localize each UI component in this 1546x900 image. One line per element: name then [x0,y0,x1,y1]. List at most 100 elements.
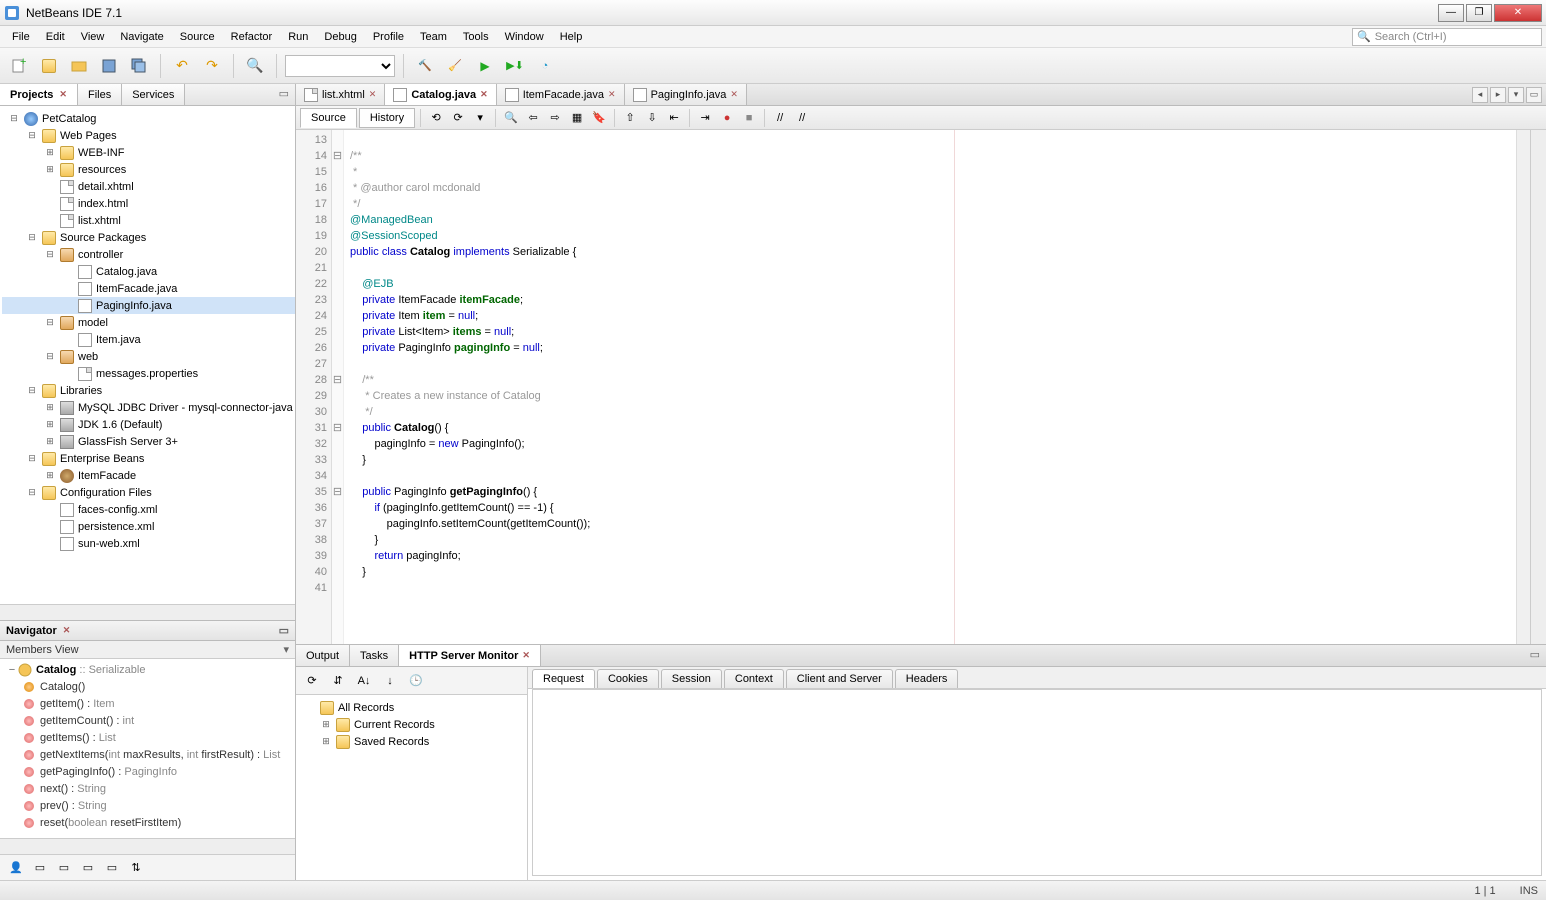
tree-node[interactable]: ⊟ Libraries [2,382,295,399]
tree-node[interactable]: Catalog.java [2,263,295,280]
save-all-button[interactable] [126,53,152,79]
macro-stop-button[interactable]: ■ [739,108,759,128]
run-button[interactable]: ▶ [472,53,498,79]
project-tree[interactable]: ⊟ PetCatalog⊟ Web Pages⊞ WEB-INF⊞ resour… [0,106,295,604]
toggle-bookmark-button[interactable]: 🔖 [589,108,609,128]
close-icon[interactable]: ✕ [480,89,488,100]
menu-edit[interactable]: Edit [38,28,73,46]
editor-tab[interactable]: list.xhtml✕ [296,84,385,105]
navigator-item[interactable]: getItems() : List [0,729,295,746]
tree-node[interactable]: faces-config.xml [2,501,295,518]
show-inherited-button[interactable]: 👤 [6,858,26,878]
macro-start-button[interactable]: ● [717,108,737,128]
tab-projects[interactable]: Projects✕ [0,84,78,105]
filter-button-4[interactable]: ▭ [102,858,122,878]
tree-node[interactable]: ⊟ Source Packages [2,229,295,246]
monitor-tab-headers[interactable]: Headers [895,669,959,688]
find-next-button[interactable]: ⇨ [545,108,565,128]
dropdown-button[interactable]: ▾ [470,108,490,128]
expand-icon[interactable]: ⊞ [44,402,56,413]
comment-button[interactable]: // [770,108,790,128]
open-project-button[interactable] [66,53,92,79]
monitor-records-tree[interactable]: All Records⊞Current Records⊞Saved Record… [296,695,527,880]
tree-node[interactable]: persistence.xml [2,518,295,535]
tree-node[interactable]: ⊟ controller [2,246,295,263]
history-toggle[interactable]: History [359,108,415,128]
menu-team[interactable]: Team [412,28,455,46]
expand-icon[interactable]: ⊞ [44,470,56,481]
filter-button-3[interactable]: ▭ [78,858,98,878]
menu-navigate[interactable]: Navigate [112,28,171,46]
tree-node[interactable]: ⊟ PetCatalog [2,110,295,127]
navigator-item[interactable]: getItem() : Item [0,695,295,712]
tree-node[interactable]: PagingInfo.java [2,297,295,314]
editor-tab[interactable]: PagingInfo.java✕ [625,84,747,105]
menu-run[interactable]: Run [280,28,316,46]
filter-button-2[interactable]: ▭ [54,858,74,878]
minimize-panel-button[interactable]: ▭ [1524,645,1546,666]
tree-node[interactable]: ⊟ Web Pages [2,127,295,144]
close-icon[interactable]: ✕ [522,650,530,661]
profile-button[interactable]: ◔ [532,53,558,79]
navigator-item[interactable]: next() : String [0,780,295,797]
source-toggle[interactable]: Source [300,108,357,128]
close-icon[interactable]: ✕ [608,89,616,100]
monitor-tree-node[interactable]: All Records [300,699,523,716]
close-icon[interactable]: ✕ [730,89,738,100]
expand-icon[interactable]: ⊟ [26,453,38,464]
tree-node[interactable]: sun-web.xml [2,535,295,552]
minimize-panel-button[interactable]: ▭ [279,624,289,637]
editor-tab[interactable]: ItemFacade.java✕ [497,84,625,105]
back-button[interactable]: ⟲ [426,108,446,128]
close-icon[interactable]: ✕ [369,89,377,100]
menu-refactor[interactable]: Refactor [223,28,281,46]
expand-icon[interactable]: ⊟ [8,113,20,124]
menu-source[interactable]: Source [172,28,223,46]
tab-services[interactable]: Services [122,84,185,105]
expand-icon[interactable]: ⊟ [26,232,38,243]
close-icon[interactable]: ✕ [59,89,67,100]
navigator-root[interactable]: − Catalog :: Serializable [0,661,295,678]
code-editor[interactable]: 1314151617181920212223242526272829303132… [296,130,1546,644]
menu-help[interactable]: Help [552,28,591,46]
save-button[interactable] [96,53,122,79]
find-prev-button[interactable]: ⇦ [523,108,543,128]
close-button[interactable]: ✕ [1494,4,1542,22]
redo-button[interactable]: ↷ [199,53,225,79]
reload-button[interactable]: ⟳ [302,671,322,691]
navigator-item[interactable]: getPagingInfo() : PagingInfo [0,763,295,780]
prev-bookmark-button[interactable]: ⇧ [620,108,640,128]
scroll-tabs-left[interactable]: ◂ [1472,87,1488,103]
clean-build-button[interactable]: 🧹 [442,53,468,79]
next-bookmark-button[interactable]: ⇩ [642,108,662,128]
search-input[interactable]: 🔍 Search (Ctrl+I) [1352,28,1542,46]
monitor-tab-context[interactable]: Context [724,669,784,688]
tree-node[interactable]: list.xhtml [2,212,295,229]
show-opened-docs[interactable]: ▾ [1508,87,1524,103]
editor-tab[interactable]: Catalog.java✕ [385,84,496,105]
minimize-panel-button[interactable]: ▭ [273,84,295,105]
find-selection-button[interactable]: 🔍 [501,108,521,128]
monitor-tab-cookies[interactable]: Cookies [597,669,659,688]
expand-icon[interactable]: ⊟ [44,317,56,328]
vertical-scrollbar[interactable] [1530,130,1546,644]
forward-button[interactable]: ⟳ [448,108,468,128]
tab-tasks[interactable]: Tasks [350,645,399,666]
filter-button-1[interactable]: ▭ [30,858,50,878]
tree-node[interactable]: ⊟ Enterprise Beans [2,450,295,467]
monitor-tab-request[interactable]: Request [532,669,595,688]
config-select[interactable] [285,55,395,77]
tab-output[interactable]: Output [296,645,350,666]
menu-tools[interactable]: Tools [455,28,497,46]
timestamp-button[interactable]: 🕒 [406,671,426,691]
tree-node[interactable]: ⊞ JDK 1.6 (Default) [2,416,295,433]
build-button[interactable]: 🔨 [412,53,438,79]
navigator-view-select[interactable]: Members View▾ [0,641,295,659]
tree-node[interactable]: Item.java [2,331,295,348]
navigator-item[interactable]: reset(boolean resetFirstItem) [0,814,295,831]
expand-icon[interactable]: ⊞ [44,419,56,430]
expand-icon[interactable]: ⊟ [26,385,38,396]
expand-icon[interactable]: ⊞ [44,436,56,447]
tree-node[interactable]: ⊟ model [2,314,295,331]
new-file-button[interactable]: + [6,53,32,79]
